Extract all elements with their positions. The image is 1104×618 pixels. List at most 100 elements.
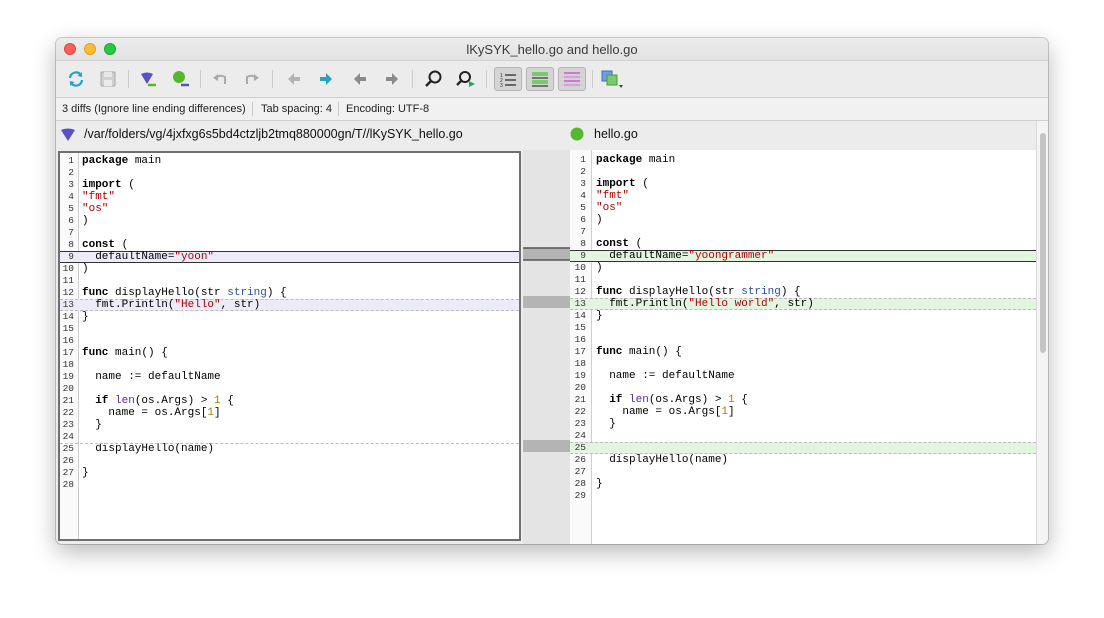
code-line: "fmt" xyxy=(596,190,630,202)
left-editor-pane[interactable]: 1 package main 2 3 import (4 "fmt" 5 "os" 6) 7 8 co… xyxy=(58,151,521,541)
changed-lines-icon[interactable] xyxy=(526,67,554,91)
prev-diff-icon[interactable] xyxy=(348,67,372,91)
line-number: 4 xyxy=(580,190,586,201)
line-number: 2 xyxy=(580,166,586,177)
diff-count: 3 diffs (Ignore line ending differences) xyxy=(62,103,246,115)
line-number: 28 xyxy=(574,478,586,489)
toolbar-separator xyxy=(128,70,129,88)
line-number: 27 xyxy=(62,467,74,478)
code-line: import ( xyxy=(596,178,649,190)
code-line: if len(os.Args) > 1 { xyxy=(609,394,748,406)
line-number: 11 xyxy=(62,275,74,286)
line-number: 23 xyxy=(62,419,74,430)
code-line: "os" xyxy=(596,202,623,214)
right-marker-icon[interactable] xyxy=(168,67,192,91)
code-line: "fmt" xyxy=(82,191,116,203)
line-number: 7 xyxy=(68,227,74,238)
code-line: ) xyxy=(596,262,603,274)
find-icon[interactable] xyxy=(422,67,446,91)
first-diff-icon[interactable] xyxy=(282,67,306,91)
code-line: name = os.Args[1] xyxy=(82,407,221,419)
svg-text:3: 3 xyxy=(500,83,503,88)
status-separator xyxy=(338,102,339,116)
line-number: 14 xyxy=(574,310,586,321)
line-number: 9 xyxy=(580,250,586,261)
toolbar-separator xyxy=(412,70,413,88)
code-line: } xyxy=(82,419,102,431)
last-diff-icon[interactable] xyxy=(380,67,404,91)
line-number: 15 xyxy=(574,322,586,333)
code-line: name := defaultName xyxy=(82,371,221,383)
toolbar: 123 xyxy=(56,61,1048,98)
line-number: 22 xyxy=(574,406,586,417)
window-title: lKySYK_hello.go and hello.go xyxy=(466,42,638,57)
whitespace-icon[interactable] xyxy=(558,67,586,91)
line-number: 2 xyxy=(68,167,74,178)
find-next-icon[interactable] xyxy=(454,67,478,91)
diff-connector xyxy=(523,150,570,544)
code-line: if len(os.Args) > 1 { xyxy=(95,395,234,407)
line-number: 14 xyxy=(62,311,74,322)
line-number: 9 xyxy=(68,251,74,262)
tab-spacing: Tab spacing: 4 xyxy=(261,103,332,115)
line-number: 26 xyxy=(62,455,74,466)
line-number: 17 xyxy=(62,347,74,358)
scrollbar-thumb[interactable] xyxy=(1040,133,1046,353)
line-number: 5 xyxy=(580,202,586,213)
code-line: const ( xyxy=(596,238,643,250)
line-number: 13 xyxy=(574,298,586,309)
redo-icon[interactable] xyxy=(240,67,264,91)
line-number: 8 xyxy=(580,238,586,249)
line-number: 6 xyxy=(580,214,586,225)
refresh-icon[interactable] xyxy=(64,67,88,91)
line-number: 28 xyxy=(62,479,74,490)
code-line: func main() { xyxy=(82,347,168,359)
next-diff-icon[interactable] xyxy=(314,67,338,91)
code-line: const ( xyxy=(82,239,129,251)
right-editor-pane[interactable]: 1 package main 2 3 import (4 "fmt" 5 "os" 6) 7 8 co… xyxy=(570,150,1036,544)
code-line: defaultName="yoon" xyxy=(82,251,215,263)
code-line: ) xyxy=(82,215,89,227)
line-number: 25 xyxy=(62,443,74,454)
changed-line-highlight xyxy=(570,442,1036,454)
code-line: } xyxy=(82,467,89,479)
undo-icon[interactable] xyxy=(208,67,232,91)
line-number: 11 xyxy=(574,274,586,285)
code-line: } xyxy=(596,418,616,430)
code-line: displayHello(name) xyxy=(82,443,215,455)
line-number: 27 xyxy=(574,466,586,477)
layout-menu-icon[interactable] xyxy=(600,67,624,91)
code-line: fmt.Println("Hello world", str) xyxy=(596,298,814,310)
deletion-marker-line xyxy=(60,443,519,444)
left-marker-icon[interactable] xyxy=(136,67,160,91)
code-line: } xyxy=(82,311,89,323)
code-line: fmt.Println("Hello", str) xyxy=(82,299,261,311)
line-number: 16 xyxy=(62,335,74,346)
left-file-marker-icon xyxy=(61,128,75,141)
line-number: 13 xyxy=(62,299,74,310)
line-number: 3 xyxy=(68,179,74,190)
line-number: 12 xyxy=(574,286,586,297)
status-separator xyxy=(252,102,253,116)
line-number: 19 xyxy=(62,371,74,382)
line-number: 15 xyxy=(62,323,74,334)
line-number: 20 xyxy=(62,383,74,394)
line-number: 25 xyxy=(574,442,586,453)
code-line: displayHello(name) xyxy=(596,454,729,466)
toolbar-separator xyxy=(200,70,201,88)
status-bar: 3 diffs (Ignore line ending differences)… xyxy=(56,98,1048,121)
line-number: 4 xyxy=(68,191,74,202)
line-number: 10 xyxy=(62,263,74,274)
vertical-scrollbar[interactable] xyxy=(1036,121,1048,544)
toolbar-separator xyxy=(592,70,593,88)
line-number: 26 xyxy=(574,454,586,465)
save-icon[interactable] xyxy=(96,67,120,91)
line-number: 20 xyxy=(574,382,586,393)
code-line: } xyxy=(596,478,603,490)
line-number: 17 xyxy=(574,346,586,357)
line-number: 24 xyxy=(574,430,586,441)
code-line: import ( xyxy=(82,179,135,191)
line-number: 18 xyxy=(62,359,74,370)
code-line: ) xyxy=(82,263,89,275)
line-numbers-icon[interactable]: 123 xyxy=(494,67,522,91)
